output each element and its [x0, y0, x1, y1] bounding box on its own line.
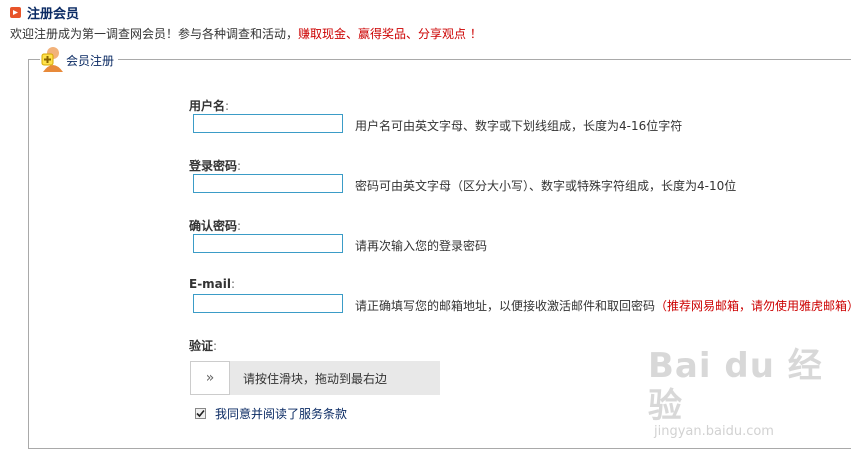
confirm-password-input[interactable] — [193, 234, 343, 253]
confirm-password-label: 确认密码: — [189, 217, 241, 234]
label-colon: : — [225, 99, 230, 113]
verify-slider[interactable]: » 请按住滑块，拖动到最右边 — [190, 361, 440, 395]
label-colon: : — [237, 219, 242, 233]
email-hint-warning: （推荐网易邮箱，请勿使用雅虎邮箱） — [655, 299, 851, 313]
username-input[interactable] — [193, 114, 343, 133]
username-label: 用户名: — [189, 97, 229, 114]
email-hint-text: 请正确填写您的邮箱地址，以便接收激活邮件和取回密码 — [355, 299, 656, 313]
email-label-text: E-mail — [189, 277, 232, 291]
confirm-password-hint: 请再次输入您的登录密码 — [355, 239, 488, 253]
welcome-highlight: 赚取现金、赢得奖品、分享观点 ！ — [298, 27, 482, 41]
legend-label: 会员注册 — [66, 53, 115, 68]
password-hint: 密码可由英文字母（区分大小写）、数字或特殊字符组成，长度为4-10位 — [355, 179, 737, 193]
username-hint: 用户名可由英文字母、数字或下划线组成，长度为4-16位字符 — [355, 119, 683, 133]
email-input[interactable] — [193, 294, 343, 313]
slider-instruction: 请按住滑块，拖动到最右边 — [243, 372, 388, 386]
label-colon: : — [237, 159, 242, 173]
verify-label-text: 验证 — [189, 339, 214, 353]
username-label-text: 用户名 — [189, 99, 226, 113]
double-chevron-right-icon: » — [205, 370, 215, 386]
slider-handle[interactable]: » — [190, 361, 230, 395]
welcome-message: 欢迎注册成为第一调查网会员！参与各种调查和活动，赚取现金、赢得奖品、分享观点 ！ — [10, 25, 482, 42]
agree-row: 我同意并阅读了服务条款 — [195, 405, 347, 422]
email-hint: 请正确填写您的邮箱地址，以便接收激活邮件和取回密码（推荐网易邮箱，请勿使用雅虎邮… — [355, 297, 851, 314]
label-colon: : — [231, 277, 236, 291]
password-label: 登录密码: — [189, 157, 241, 174]
email-label: E-mail: — [189, 277, 235, 291]
arrow-icon — [10, 6, 21, 18]
welcome-text: 欢迎注册成为第一调查网会员！参与各种调查和活动， — [10, 27, 299, 41]
page-header: 注册会员 — [10, 4, 80, 22]
password-input[interactable] — [193, 174, 343, 193]
password-label-text: 登录密码 — [189, 159, 238, 173]
check-icon — [196, 409, 205, 418]
user-add-icon — [40, 45, 64, 73]
confirm-password-label-text: 确认密码 — [189, 219, 238, 233]
page-title: 注册会员 — [27, 6, 80, 22]
verify-label: 验证: — [189, 337, 217, 354]
terms-link[interactable]: 我同意并阅读了服务条款 — [215, 405, 347, 422]
label-colon: : — [213, 339, 218, 353]
fieldset-legend: 会员注册 — [40, 45, 119, 73]
agree-checkbox[interactable] — [195, 408, 206, 419]
